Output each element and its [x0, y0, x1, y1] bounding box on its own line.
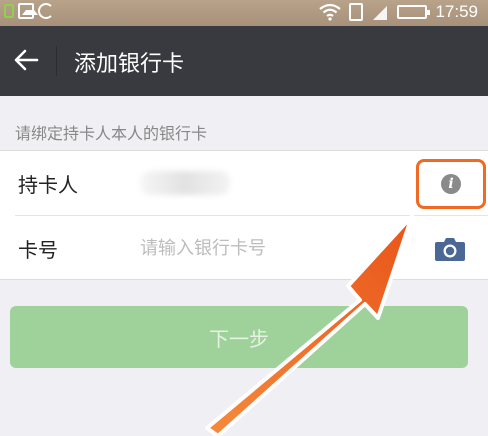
header-divider: [56, 46, 57, 76]
page-title: 添加银行卡: [74, 52, 185, 77]
signal-icon: [373, 6, 388, 20]
cardholder-row: 持卡人 i: [0, 151, 488, 215]
app-notification-icon: [4, 4, 14, 18]
status-bar: 17:59: [0, 0, 488, 26]
wifi-icon: [319, 3, 342, 21]
cardholder-info-button[interactable]: i: [416, 159, 486, 209]
phone-icon: [349, 3, 364, 21]
app-header: 添加银行卡: [0, 26, 488, 96]
status-time: 17:59: [435, 2, 478, 21]
card-number-row: 卡号: [0, 216, 488, 280]
cardholder-name-blurred: [140, 171, 230, 195]
card-number-input[interactable]: [140, 232, 390, 264]
info-icon: i: [441, 174, 461, 194]
card-number-label: 卡号: [18, 238, 58, 262]
bind-hint-text: 请绑定持卡人本人的银行卡: [15, 124, 208, 143]
scan-card-button[interactable]: [430, 232, 470, 266]
sync-icon: [38, 3, 54, 19]
next-step-button[interactable]: 下一步: [10, 306, 468, 368]
camera-icon: [435, 238, 465, 261]
cardholder-label: 持卡人: [18, 173, 78, 197]
status-bar-right: 17:59: [319, 2, 478, 22]
card-form: 持卡人 i 卡号: [0, 150, 488, 280]
back-button[interactable]: [6, 40, 46, 80]
battery-icon: [397, 5, 431, 19]
back-arrow-icon: [14, 49, 39, 71]
status-bar-left: [4, 3, 54, 19]
gallery-icon: [18, 3, 38, 19]
